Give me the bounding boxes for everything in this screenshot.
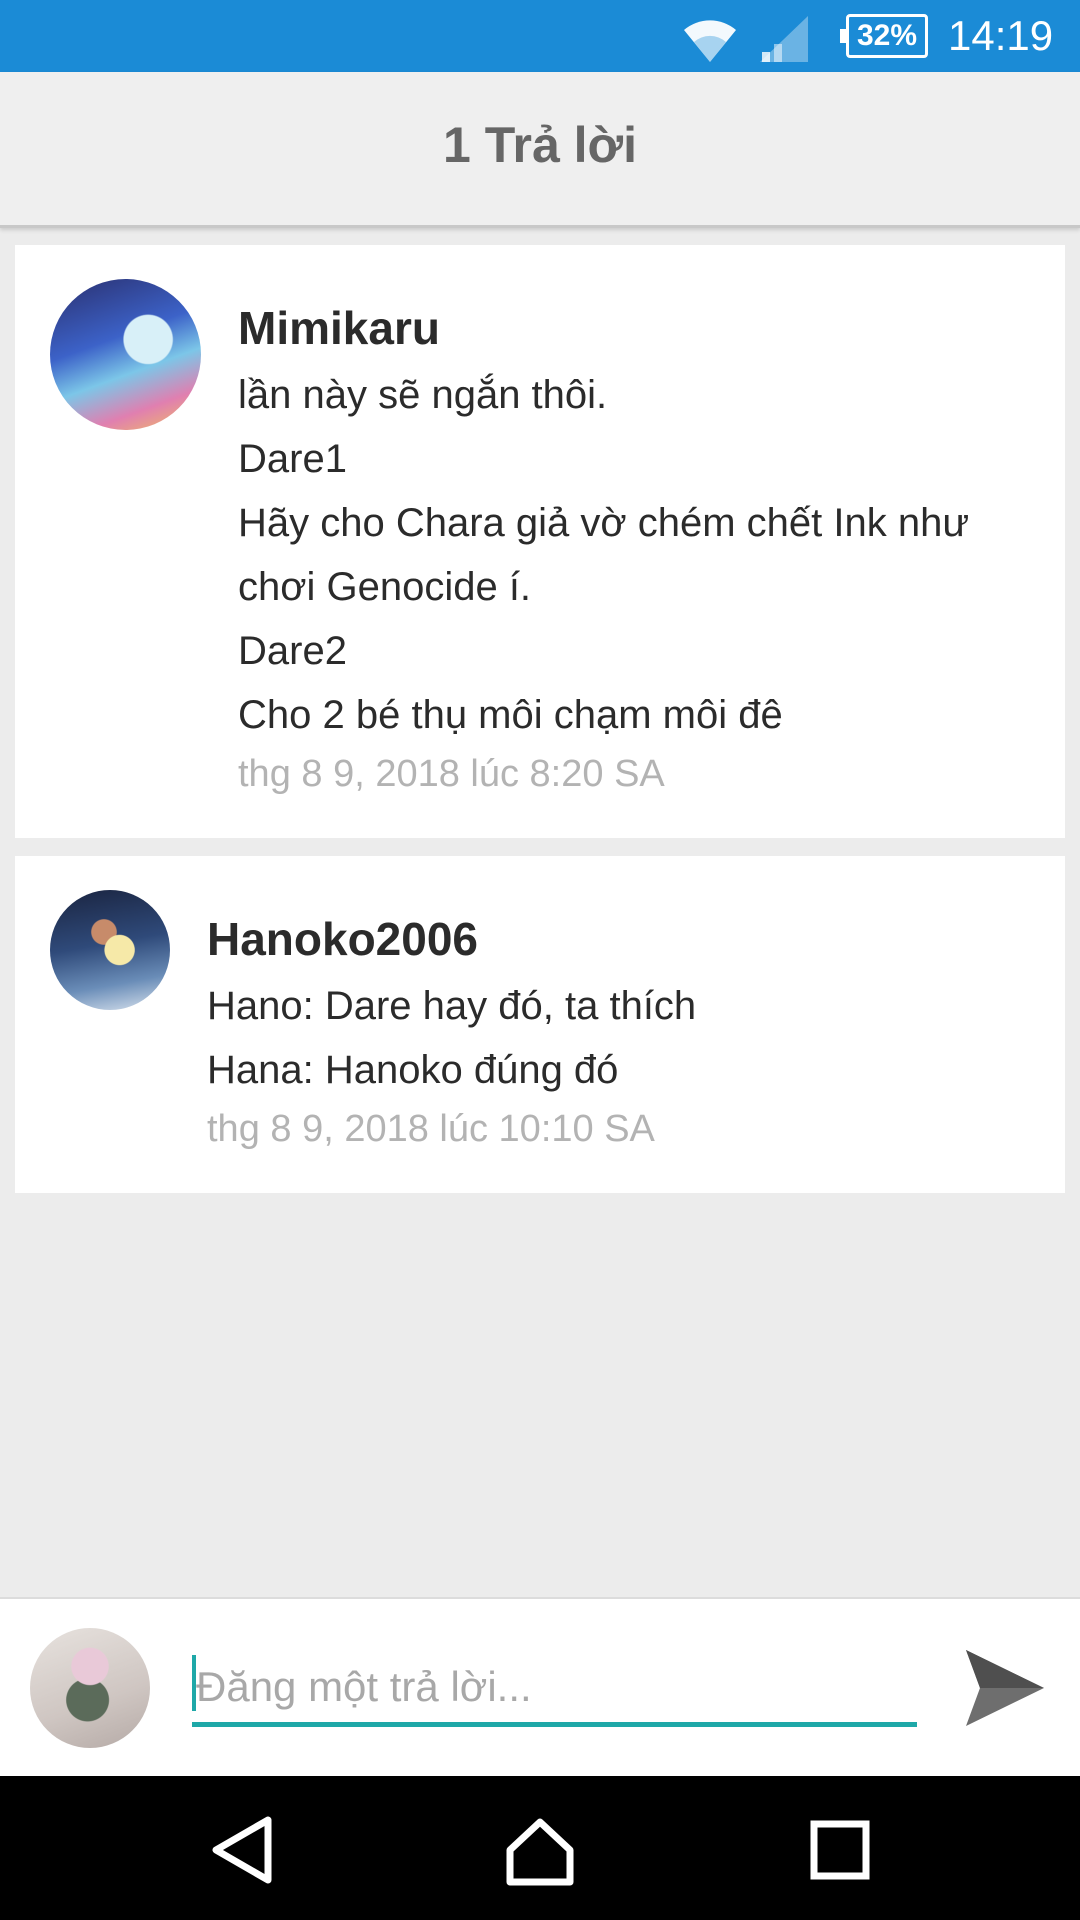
text-caret [192, 1655, 196, 1711]
home-icon[interactable] [500, 1810, 580, 1890]
comment-line: Hãy cho Chara giả vờ chém chết Ink như [238, 501, 970, 545]
comment-card: Mimikaru lần này sẽ ngắn thôi. Dare1 Hãy… [15, 245, 1065, 838]
comment-line: Hano: Dare hay đó, ta thích [207, 984, 697, 1028]
comment-timestamp: thg 8 9, 2018 lúc 10:10 SA [207, 1108, 655, 1150]
comment-line: lần này sẽ ngắn thôi. [238, 373, 608, 417]
status-bar: 32% 14:19 [0, 0, 1080, 72]
reply-input[interactable] [192, 1651, 917, 1727]
back-icon[interactable] [202, 1810, 282, 1890]
comment-author[interactable]: Hanoko2006 [207, 912, 478, 966]
reply-bar [0, 1597, 1080, 1776]
avatar[interactable] [50, 279, 201, 430]
battery-icon: 32% [840, 14, 928, 58]
recent-apps-icon[interactable] [800, 1810, 880, 1890]
app-header: 1 Trả lời [0, 72, 1080, 228]
comment-card: Hanoko2006 Hano: Dare hay đó, ta thích H… [15, 856, 1065, 1193]
comment-timestamp: thg 8 9, 2018 lúc 8:20 SA [238, 753, 665, 795]
comment-line: chơi Genocide í. [238, 565, 532, 609]
comment-line: Dare2 [238, 629, 347, 673]
send-icon[interactable] [960, 1644, 1048, 1732]
avatar[interactable] [50, 890, 170, 1010]
clock: 14:19 [948, 12, 1054, 59]
comment-line: Hana: Hanoko đúng đó [207, 1048, 619, 1092]
navigation-bar [0, 1776, 1080, 1920]
battery-level: 32% [856, 19, 918, 52]
comment-line: Dare1 [238, 437, 347, 481]
page-title: 1 Trả lời [443, 117, 637, 173]
wifi-icon [684, 20, 736, 62]
avatar[interactable] [30, 1628, 150, 1748]
comment-author[interactable]: Mimikaru [238, 301, 440, 355]
comment-line: Cho 2 bé thụ môi chạm môi đê [238, 693, 783, 737]
signal-icon [760, 16, 808, 62]
